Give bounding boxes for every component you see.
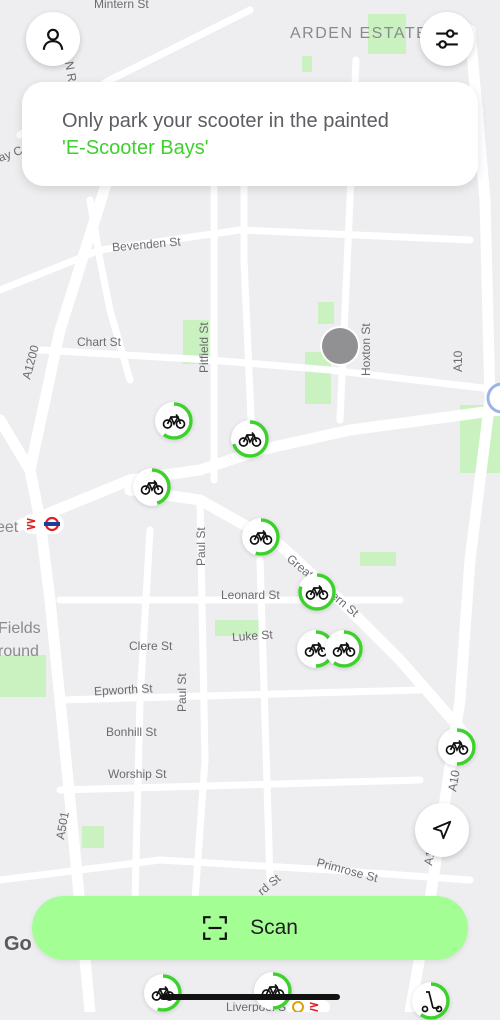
battery-ring [133, 468, 171, 506]
street-label: Chart St [77, 335, 122, 349]
street-label: Bonhill St [106, 725, 157, 739]
battery-ring [155, 402, 193, 440]
google-logo: Go [4, 933, 32, 955]
vehicle-marker[interactable] [412, 982, 450, 1020]
scan-button-label: Scan [250, 916, 298, 939]
street-label: Luke St [232, 627, 274, 644]
bicycle-icon [133, 468, 171, 506]
bicycle-icon [155, 402, 193, 440]
street-label: Paul St [175, 673, 189, 712]
filter-button[interactable] [420, 12, 474, 66]
battery-ring [325, 630, 363, 668]
street-label: Pitfield St [197, 322, 211, 373]
area-label-round: round [0, 643, 39, 660]
bicycle-icon [438, 728, 476, 766]
parking-notice-highlight[interactable]: 'E-Scooter Bays' [62, 137, 209, 159]
street-label: Worship St [108, 767, 167, 781]
battery-ring [231, 420, 269, 458]
vehicle-marker[interactable] [438, 728, 476, 766]
bicycle-icon [242, 518, 280, 556]
vehicle-marker[interactable] [144, 974, 182, 1012]
navigation-arrow-icon [432, 820, 452, 840]
area-label-fields: Fields [0, 620, 41, 637]
battery-ring [438, 728, 476, 766]
vehicle-marker[interactable] [325, 630, 363, 668]
parking-notice-text: Only park your scooter in the painted [62, 110, 389, 132]
vehicle-marker[interactable] [242, 518, 280, 556]
parking-notice-card: Only park your scooter in the painted 'E… [22, 82, 478, 186]
bicycle-icon [144, 974, 182, 1012]
profile-button[interactable] [26, 12, 80, 66]
street-label: Leonard St [221, 588, 280, 602]
bicycle-icon [325, 630, 363, 668]
street-label: Hoxton St [359, 323, 373, 376]
bicycle-icon [298, 573, 336, 611]
scan-button[interactable]: Scan [32, 896, 468, 960]
street-label: Clere St [129, 639, 173, 653]
rail-station-icon [286, 1000, 330, 1012]
area-label-arden-estate: ARDEN ESTATE [290, 25, 428, 42]
scooter-icon [412, 982, 450, 1020]
vehicle-marker[interactable] [133, 468, 171, 506]
battery-ring [242, 518, 280, 556]
bicycle-icon [254, 972, 292, 1010]
bicycle-icon [231, 420, 269, 458]
vehicle-marker[interactable] [231, 420, 269, 458]
vehicle-marker[interactable] [298, 573, 336, 611]
street-label: Paul St [194, 527, 208, 566]
rail-station-icon [22, 514, 64, 534]
vehicle-marker[interactable] [155, 402, 193, 440]
sliders-icon [436, 29, 458, 49]
area-label-eet: eet [0, 519, 19, 536]
recenter-location-button[interactable] [415, 803, 469, 857]
battery-ring [298, 573, 336, 611]
street-label: A10 [451, 350, 465, 372]
user-icon [42, 28, 64, 50]
street-label: Mintern St [94, 0, 149, 11]
battery-ring [144, 974, 182, 1012]
scan-frame-icon [203, 916, 227, 940]
vehicle-marker[interactable] [254, 972, 292, 1010]
home-indicator [160, 994, 340, 1000]
battery-ring [254, 972, 292, 1010]
